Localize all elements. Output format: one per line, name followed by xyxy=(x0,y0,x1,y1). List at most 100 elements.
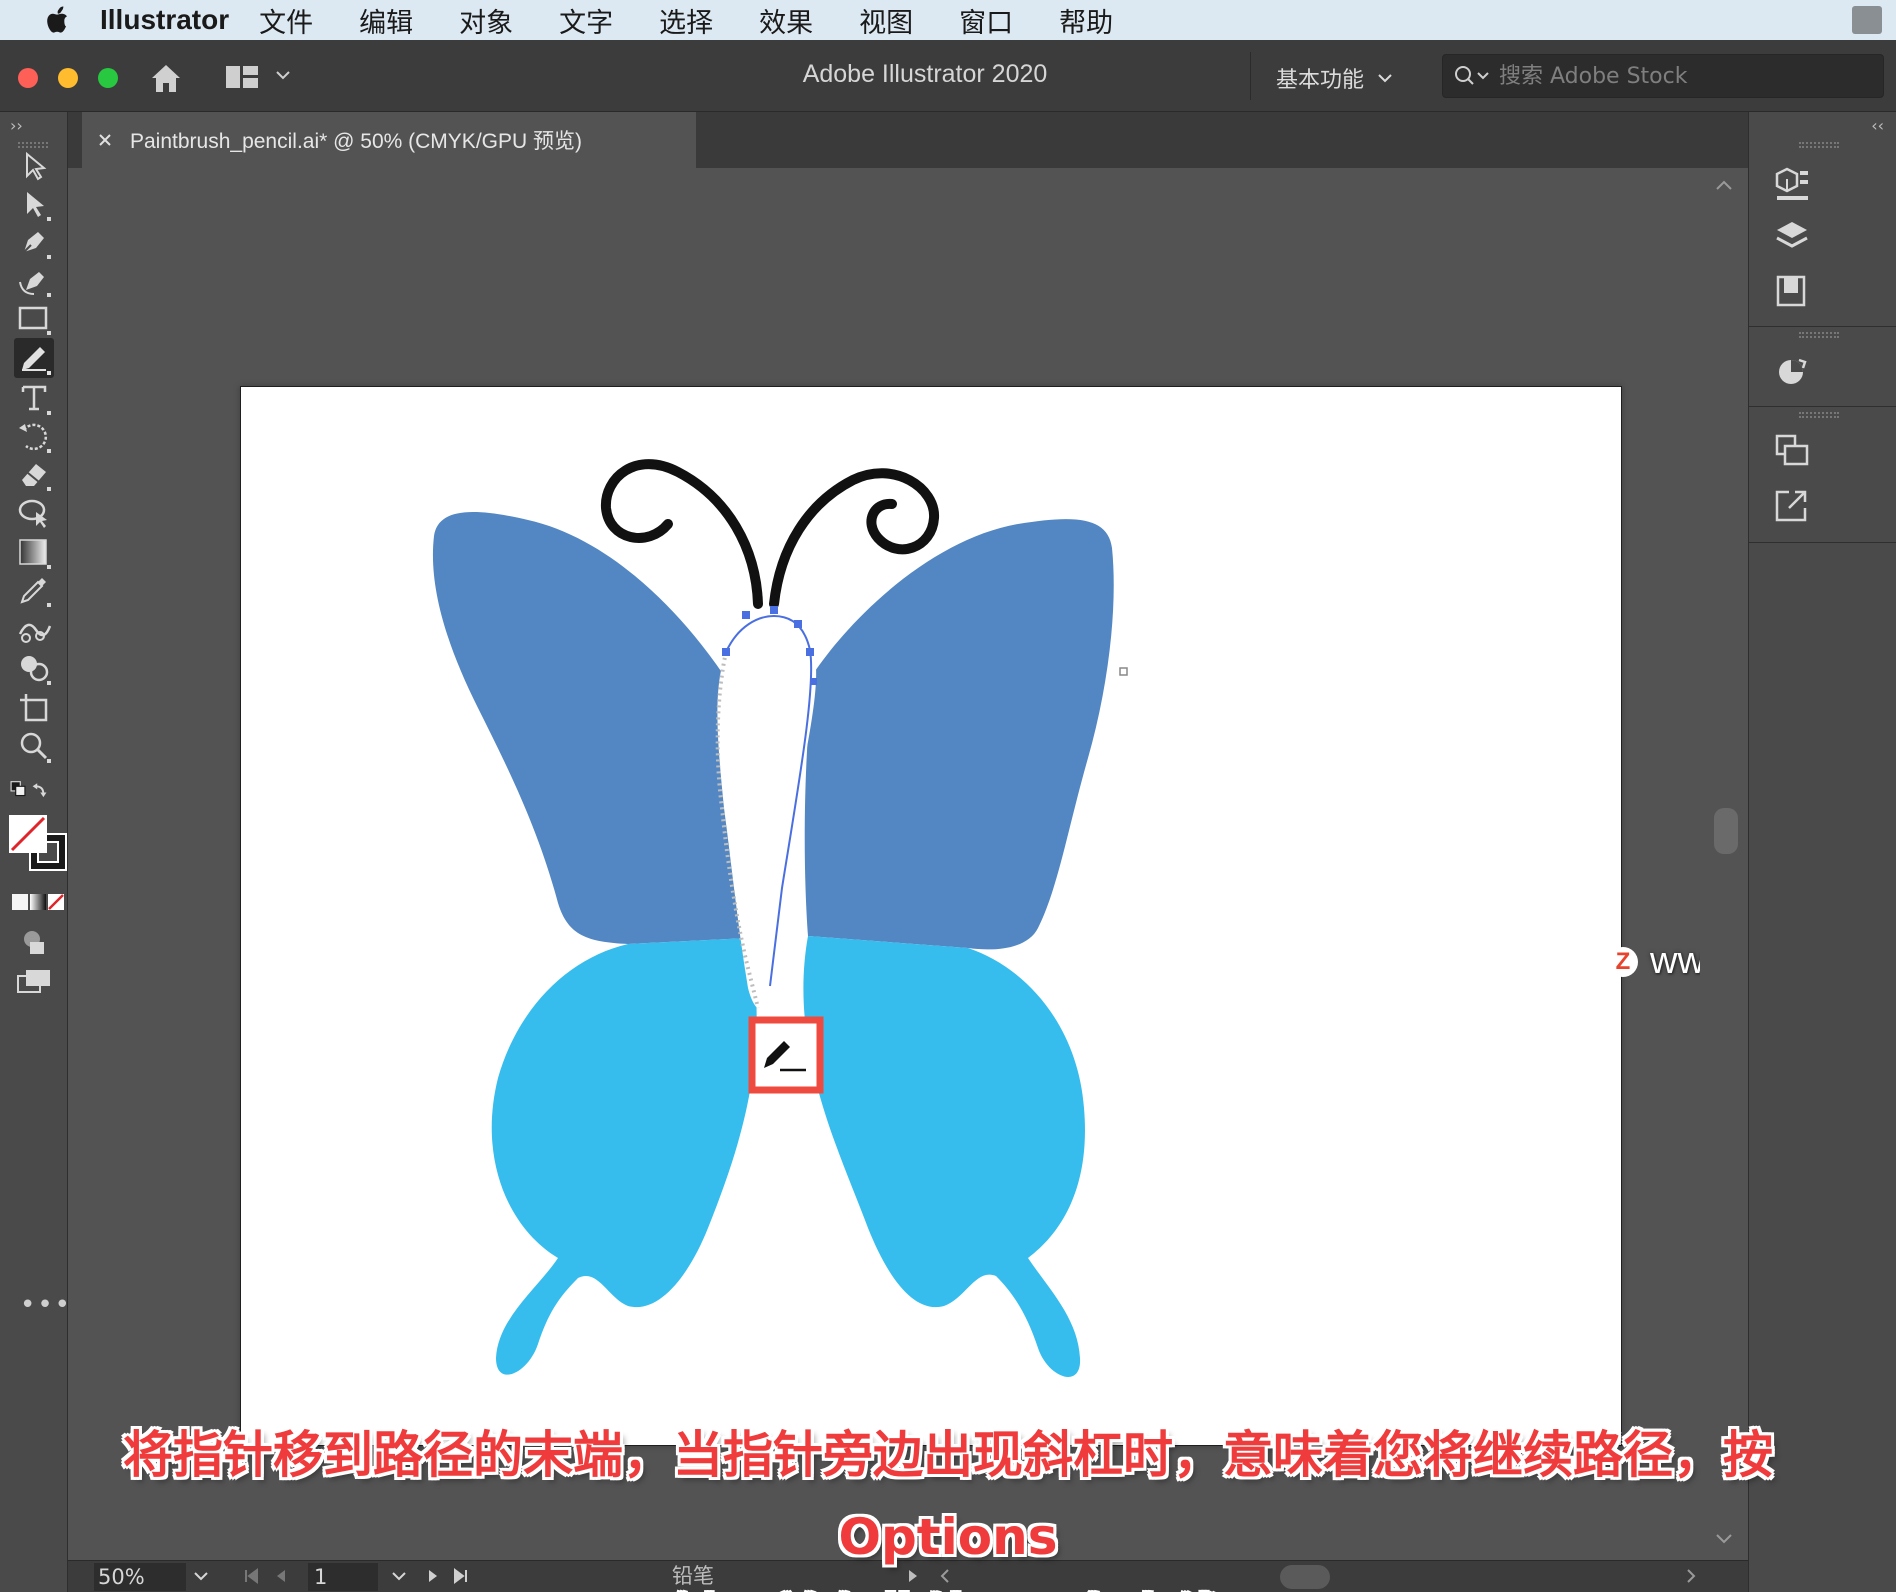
eyedropper-icon xyxy=(20,578,51,607)
color-guide-panel-button[interactable] xyxy=(1769,348,1815,394)
collapse-panel-icon[interactable]: ›› xyxy=(10,116,23,135)
screen-mode-tool[interactable] xyxy=(14,962,54,1002)
curvature-tool[interactable] xyxy=(14,260,54,300)
fill-stroke-swatches[interactable] xyxy=(8,812,68,876)
panel-grip[interactable] xyxy=(1799,332,1839,338)
direct-selection-tool[interactable] xyxy=(14,184,54,224)
screen-mode-icon xyxy=(17,970,50,993)
divider xyxy=(1749,406,1896,407)
chevron-down-icon xyxy=(1378,74,1392,83)
watermark-logo: Z xyxy=(1608,946,1638,977)
scroll-up-icon[interactable] xyxy=(1714,178,1734,192)
app-menu[interactable]: Illustrator xyxy=(100,4,229,36)
gradient-tool[interactable] xyxy=(14,532,54,572)
canvas[interactable]: Z www.MacZ.com xyxy=(68,168,1748,1560)
cursor-highlight-box xyxy=(748,1016,824,1094)
color-wheel-icon xyxy=(1779,358,1807,384)
transform-panel-button[interactable] xyxy=(1769,428,1815,474)
transform-icon xyxy=(1775,434,1809,466)
menu-view[interactable]: 视图 xyxy=(859,1,913,40)
edit-toolbar-icon[interactable]: ••• xyxy=(20,1290,72,1320)
shape-builder-icon xyxy=(21,656,51,685)
arrange-documents-icon[interactable] xyxy=(224,62,260,92)
panel-grip[interactable] xyxy=(1799,142,1839,148)
menu-effect[interactable]: 效果 xyxy=(759,1,813,40)
divider xyxy=(1250,52,1251,100)
rotate-tool[interactable] xyxy=(14,416,54,456)
divider xyxy=(1749,542,1896,543)
workspace-switcher[interactable]: 基本功能 xyxy=(1276,62,1394,94)
artboard-tool[interactable] xyxy=(14,688,54,728)
default-colors-swap[interactable] xyxy=(8,774,60,814)
menu-select[interactable]: 选择 xyxy=(659,1,713,40)
workspace-label: 基本功能 xyxy=(1276,68,1365,93)
libraries-panel-button[interactable] xyxy=(1769,268,1815,314)
menubar: Illustrator 文件 编辑 对象 文字 选择 效果 视图 窗口 帮助 xyxy=(0,0,1896,40)
caption-line-2: 键，并在此处画一条直线 xyxy=(40,1578,1856,1592)
eraser-tool[interactable] xyxy=(14,454,54,494)
apple-icon[interactable] xyxy=(38,2,78,38)
collapse-dock-icon[interactable]: ‹‹ xyxy=(1871,116,1884,135)
gradient-icon xyxy=(19,539,51,569)
home-icon[interactable] xyxy=(148,60,184,96)
arrow-solid-icon xyxy=(27,192,51,221)
eyedropper-tool[interactable] xyxy=(14,570,54,610)
zoom-window-button[interactable] xyxy=(98,68,118,88)
document-tab-bar: Paintbrush_pencil.ai* @ 50% (CMYK/GPU 预览… xyxy=(68,112,1748,168)
blend-tool[interactable] xyxy=(14,610,54,650)
app-titlebar: Adobe Illustrator 2020 基本功能 xyxy=(0,40,1896,112)
vertical-scroll-thumb[interactable] xyxy=(1714,808,1738,854)
close-window-button[interactable] xyxy=(18,68,38,88)
type-tool[interactable] xyxy=(14,378,54,418)
menu-window[interactable]: 窗口 xyxy=(959,1,1013,40)
chevron-down-icon[interactable] xyxy=(274,66,292,84)
lower-wing-left xyxy=(491,938,757,1375)
properties-panel-button[interactable] xyxy=(1769,160,1815,206)
draw-mode-icon xyxy=(24,931,44,954)
export-panel-button[interactable] xyxy=(1769,482,1815,528)
rotate-icon xyxy=(19,423,51,453)
export-icon xyxy=(1775,490,1807,522)
arrow-outline-icon xyxy=(26,151,47,181)
menu-edit[interactable]: 编辑 xyxy=(359,1,413,40)
magnifier-icon xyxy=(20,732,51,763)
fill-stroke-icon xyxy=(9,815,67,871)
menubar-extra-icon[interactable] xyxy=(1852,6,1882,34)
app-title: Adobe Illustrator 2020 xyxy=(802,60,1048,88)
menu-type[interactable]: 文字 xyxy=(559,1,613,40)
properties-icon xyxy=(1775,167,1808,200)
rectangle-icon xyxy=(18,306,51,335)
search-icon xyxy=(1455,66,1489,85)
puppet-warp-tool[interactable] xyxy=(14,492,54,532)
blend-icon xyxy=(18,623,52,643)
minimize-window-button[interactable] xyxy=(58,68,78,88)
lower-wing-right xyxy=(803,936,1085,1377)
drawing-mode-tool[interactable] xyxy=(14,922,54,962)
selection-tool[interactable] xyxy=(14,146,54,186)
type-t-icon xyxy=(21,385,51,415)
upper-wing-right xyxy=(804,519,1114,950)
artboard-icon xyxy=(20,694,48,722)
menu-help[interactable]: 帮助 xyxy=(1059,1,1113,40)
stock-search[interactable] xyxy=(1442,54,1884,98)
close-icon[interactable] xyxy=(94,129,116,151)
shape-builder-tool[interactable] xyxy=(14,648,54,688)
upper-wing-left xyxy=(432,512,751,944)
menu-file[interactable]: 文件 xyxy=(259,1,313,40)
stock-search-input[interactable] xyxy=(1499,63,1859,89)
layers-panel-button[interactable] xyxy=(1769,214,1815,260)
panel-grip[interactable] xyxy=(1799,412,1839,418)
butterfly-artwork[interactable] xyxy=(68,168,1748,1560)
pen-nib-icon xyxy=(21,232,51,259)
divider xyxy=(1749,326,1896,327)
eraser-icon xyxy=(22,464,51,491)
rectangle-tool[interactable] xyxy=(14,298,54,338)
zoom-tool[interactable] xyxy=(14,726,54,766)
document-tab[interactable]: Paintbrush_pencil.ai* @ 50% (CMYK/GPU 预览… xyxy=(82,112,696,168)
panel-dock: ‹‹ xyxy=(1748,112,1896,1592)
pen-tool[interactable] xyxy=(14,222,54,262)
pencil-tool[interactable] xyxy=(14,338,54,378)
color-mode-buttons[interactable] xyxy=(10,886,66,916)
menu-object[interactable]: 对象 xyxy=(459,1,513,40)
vertical-scrollbar[interactable] xyxy=(1700,168,1748,1560)
